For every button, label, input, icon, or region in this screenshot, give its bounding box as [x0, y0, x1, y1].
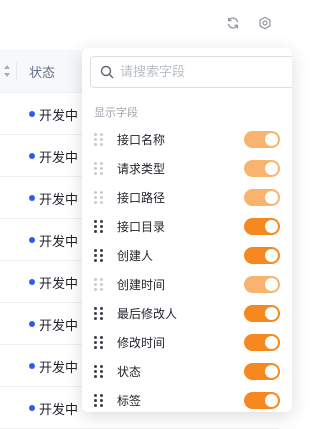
field-label: 接口目录 — [117, 220, 166, 234]
field-label: 接口名称 — [117, 133, 166, 147]
drag-handle-icon — [94, 191, 106, 204]
field-item: 请求类型 — [82, 154, 292, 183]
status-dot — [29, 321, 35, 327]
field-visibility-toggle[interactable] — [244, 305, 280, 322]
status-text: 开发中 — [39, 277, 79, 292]
field-visibility-toggle — [244, 189, 280, 206]
column-divider[interactable] — [16, 62, 17, 80]
toggle-knob — [265, 133, 278, 146]
status-dot — [29, 405, 35, 411]
drag-handle-icon[interactable] — [94, 394, 106, 407]
status-column-header: 状态 — [29, 66, 56, 81]
field-item: 创建人 — [82, 241, 292, 270]
status-text: 开发中 — [39, 235, 79, 250]
field-label: 创建人 — [117, 249, 154, 263]
field-visibility-toggle[interactable] — [244, 247, 280, 264]
field-item: 状态 — [82, 357, 292, 386]
field-list: 接口名称请求类型接口路径接口目录创建人创建时间最后修改人修改时间状态标签 — [82, 125, 292, 412]
field-visibility-toggle[interactable] — [244, 363, 280, 380]
search-input[interactable] — [120, 59, 290, 85]
toggle-knob — [265, 307, 278, 320]
toggle-knob — [265, 365, 278, 378]
toggle-knob — [265, 162, 278, 175]
field-item: 最后修改人 — [82, 299, 292, 328]
field-visibility-toggle — [244, 160, 280, 177]
section-title: 显示字段 — [94, 106, 138, 119]
field-visibility-toggle — [244, 131, 280, 148]
status-text: 开发中 — [39, 193, 79, 208]
drag-handle-icon[interactable] — [94, 307, 106, 320]
drag-handle-icon[interactable] — [94, 365, 106, 378]
field-item: 修改时间 — [82, 328, 292, 357]
status-text: 开发中 — [39, 361, 79, 376]
status-dot — [29, 363, 35, 369]
field-visibility-toggle[interactable] — [244, 334, 280, 351]
field-item: 接口路径 — [82, 183, 292, 212]
sort-icon[interactable] — [3, 64, 11, 78]
field-visibility-toggle[interactable] — [244, 218, 280, 235]
drag-handle-icon — [94, 278, 106, 291]
field-label: 标签 — [117, 394, 142, 408]
status-text: 开发中 — [39, 109, 79, 124]
field-item: 创建时间 — [82, 270, 292, 299]
drag-handle-icon[interactable] — [94, 220, 106, 233]
gear-icon[interactable] — [256, 14, 274, 32]
status-text: 开发中 — [39, 403, 79, 418]
status-text: 开发中 — [39, 151, 79, 166]
field-label: 修改时间 — [117, 336, 166, 350]
toggle-knob — [265, 220, 278, 233]
field-label: 最后修改人 — [117, 307, 178, 321]
drag-handle-icon — [94, 162, 106, 175]
toolbar — [0, 0, 279, 46]
status-text: 开发中 — [39, 319, 79, 334]
toggle-knob — [265, 191, 278, 204]
search-icon — [100, 65, 114, 79]
refresh-icon[interactable] — [224, 14, 242, 32]
drag-handle-icon — [94, 133, 106, 146]
toggle-knob — [265, 249, 278, 262]
toggle-knob — [265, 278, 278, 291]
field-label: 请求类型 — [117, 162, 166, 176]
status-dot — [29, 111, 35, 117]
field-item: 标签 — [82, 386, 292, 412]
status-dot — [29, 279, 35, 285]
field-label: 状态 — [117, 365, 142, 379]
status-dot — [29, 153, 35, 159]
toggle-knob — [265, 394, 278, 407]
status-dot — [29, 195, 35, 201]
drag-handle-icon[interactable] — [94, 249, 106, 262]
field-search-box — [90, 56, 292, 88]
field-label: 创建时间 — [117, 278, 166, 292]
toggle-knob — [265, 336, 278, 349]
field-visibility-toggle[interactable] — [244, 392, 280, 409]
field-visibility-toggle — [244, 276, 280, 293]
field-item: 接口名称 — [82, 125, 292, 154]
status-dot — [29, 237, 35, 243]
field-item: 接口目录 — [82, 212, 292, 241]
drag-handle-icon[interactable] — [94, 336, 106, 349]
field-label: 接口路径 — [117, 191, 166, 205]
column-settings-panel: 显示字段 接口名称请求类型接口路径接口目录创建人创建时间最后修改人修改时间状态标… — [82, 48, 292, 412]
